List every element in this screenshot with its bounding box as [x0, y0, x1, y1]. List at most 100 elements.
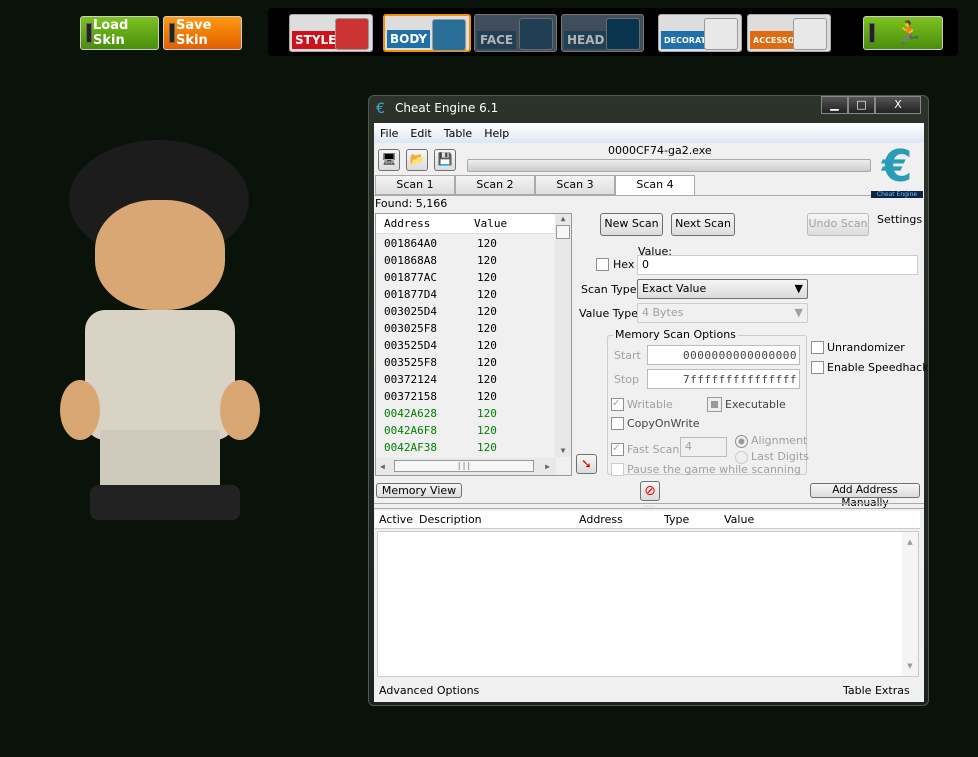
pause-game-label: Pause the game while scanning: [627, 463, 801, 476]
start-address-input[interactable]: 0000000000000000: [647, 345, 800, 365]
alignment-label: Alignment: [751, 434, 808, 447]
category-body[interactable]: BODY: [383, 14, 471, 52]
result-row[interactable]: 00372158 120: [376, 390, 571, 407]
alignment-radio[interactable]: [735, 435, 748, 448]
tab-divider: [374, 195, 871, 196]
memory-scan-options-title: Memory Scan Options: [613, 328, 738, 341]
result-row[interactable]: 003025D4 120: [376, 305, 571, 322]
header-value[interactable]: Value: [466, 217, 556, 230]
fast-scan-label: Fast Scan: [627, 443, 680, 456]
character-arm-right: [220, 380, 260, 440]
tab-scan-1[interactable]: Scan 1: [375, 175, 455, 195]
new-scan-button[interactable]: New Scan: [600, 213, 663, 236]
copyonwrite-label: CopyOnWrite: [627, 417, 700, 430]
character-model: [55, 140, 295, 530]
menu-table[interactable]: Table: [444, 127, 472, 143]
unrandomizer-checkbox[interactable]: [811, 341, 824, 354]
splitter-handle[interactable]: .......: [374, 503, 924, 509]
result-row[interactable]: 001868A8 120: [376, 254, 571, 271]
results-list[interactable]: Address Value 001864A0 120 001868A8 120 0018…: [375, 213, 572, 476]
tab-scan-2[interactable]: Scan 2: [455, 175, 535, 195]
header-description[interactable]: Description: [419, 513, 482, 526]
writable-checkbox[interactable]: ✓: [611, 398, 624, 411]
result-value: 120: [477, 271, 497, 284]
header-address[interactable]: Address: [579, 513, 623, 526]
stop-address-input[interactable]: 7fffffffffffffff: [647, 369, 800, 389]
settings-link[interactable]: Settings: [877, 213, 922, 226]
category-style[interactable]: STYLE: [289, 14, 373, 52]
cheat-table-header: Active Description Address Type Value: [375, 511, 920, 529]
scan-type-select[interactable]: Exact Value ▼: [637, 279, 808, 299]
add-address-manually-button[interactable]: Add Address Manually: [810, 483, 920, 509]
result-row[interactable]: 003025F8 120: [376, 322, 571, 339]
led-icon: [86, 23, 92, 43]
result-row[interactable]: 0042AF38 120: [376, 441, 571, 458]
header-active[interactable]: Active: [379, 513, 413, 526]
tab-scan-3[interactable]: Scan 3: [535, 175, 615, 195]
hex-checkbox[interactable]: [596, 258, 609, 271]
result-row[interactable]: 001877D4 120: [376, 288, 571, 305]
maximize-button[interactable]: □: [848, 96, 875, 114]
value-type-label: Value Type: [579, 307, 638, 320]
open-process-button[interactable]: 🖥: [378, 149, 400, 171]
cheat-table[interactable]: ▲ ▼: [377, 531, 919, 677]
copy-to-table-button[interactable]: ➘: [576, 454, 597, 474]
fast-scan-checkbox[interactable]: ✓: [611, 443, 624, 456]
result-value: 120: [477, 441, 497, 454]
result-row[interactable]: 0042A6F8 120: [376, 424, 571, 441]
category-head[interactable]: HEAD: [561, 14, 644, 52]
executable-checkbox[interactable]: [707, 397, 722, 412]
open-file-button[interactable]: 📂: [406, 149, 428, 171]
category-label: BODY: [387, 30, 431, 48]
results-vertical-scrollbar[interactable]: ▲ ▼: [555, 214, 571, 457]
category-face[interactable]: FACE: [474, 14, 557, 52]
table-extras-link[interactable]: Table Extras: [843, 684, 910, 697]
value-input[interactable]: 0: [637, 255, 918, 275]
load-skin-button[interactable]: Load Skin: [80, 16, 159, 50]
result-row[interactable]: 001864A0 120: [376, 237, 571, 254]
executable-label: Executable: [725, 398, 786, 411]
next-scan-button[interactable]: Next Scan: [671, 213, 735, 236]
menu-help[interactable]: Help: [484, 127, 509, 143]
exit-door-icon: 🏃: [895, 20, 923, 46]
result-value: 120: [477, 407, 497, 420]
exit-button[interactable]: 🏃: [863, 16, 943, 50]
value-type-select[interactable]: 4 Bytes ▼: [637, 303, 808, 323]
minimize-button[interactable]: ▁: [821, 96, 848, 114]
speedhack-label: Enable Speedhack: [827, 361, 929, 374]
result-value: 120: [477, 254, 497, 267]
chevron-down-icon: ▼: [794, 306, 803, 319]
category-decoration[interactable]: DECORATION: [658, 14, 742, 52]
result-row[interactable]: 0042A628 120: [376, 407, 571, 424]
save-skin-button[interactable]: Save Skin: [163, 16, 242, 50]
memory-view-button[interactable]: Memory View: [376, 483, 462, 498]
header-type[interactable]: Type: [664, 513, 689, 526]
stop-scan-button[interactable]: ⊘: [640, 481, 660, 501]
menu-file[interactable]: File: [380, 127, 398, 143]
category-label: STYLE: [292, 31, 340, 49]
found-count: Found: 5,166: [375, 197, 448, 210]
results-horizontal-scrollbar[interactable]: ◀ ||| ▶: [376, 458, 556, 475]
header-value[interactable]: Value: [724, 513, 754, 526]
speedhack-checkbox[interactable]: [811, 361, 824, 374]
cheat-table-scrollbar[interactable]: ▲ ▼: [902, 532, 918, 676]
category-accessory[interactable]: ACCESSORY: [747, 14, 831, 52]
undo-scan-button[interactable]: Undo Scan: [807, 213, 869, 236]
advanced-options-link[interactable]: Advanced Options: [379, 684, 479, 697]
stop-label: Stop: [614, 373, 640, 386]
cheat-engine-window: € Cheat Engine 6.1 ▁ □ X File Edit Table…: [368, 95, 929, 706]
pause-game-checkbox[interactable]: [611, 463, 624, 476]
result-row[interactable]: 001877AC 120: [376, 271, 571, 288]
header-address[interactable]: Address: [376, 217, 466, 230]
result-row[interactable]: 003525F8 120: [376, 356, 571, 373]
menu-edit[interactable]: Edit: [410, 127, 431, 143]
result-row[interactable]: 00372124 120: [376, 373, 571, 390]
fast-scan-input[interactable]: 4: [680, 437, 727, 457]
save-file-button[interactable]: 💾: [434, 149, 456, 171]
scan-type-label: Scan Type: [581, 283, 637, 296]
close-button[interactable]: X: [875, 96, 921, 114]
copyonwrite-checkbox[interactable]: [611, 417, 624, 430]
result-row[interactable]: 003525D4 120: [376, 339, 571, 356]
result-value: 120: [477, 424, 497, 437]
tab-scan-4[interactable]: Scan 4: [615, 175, 695, 196]
